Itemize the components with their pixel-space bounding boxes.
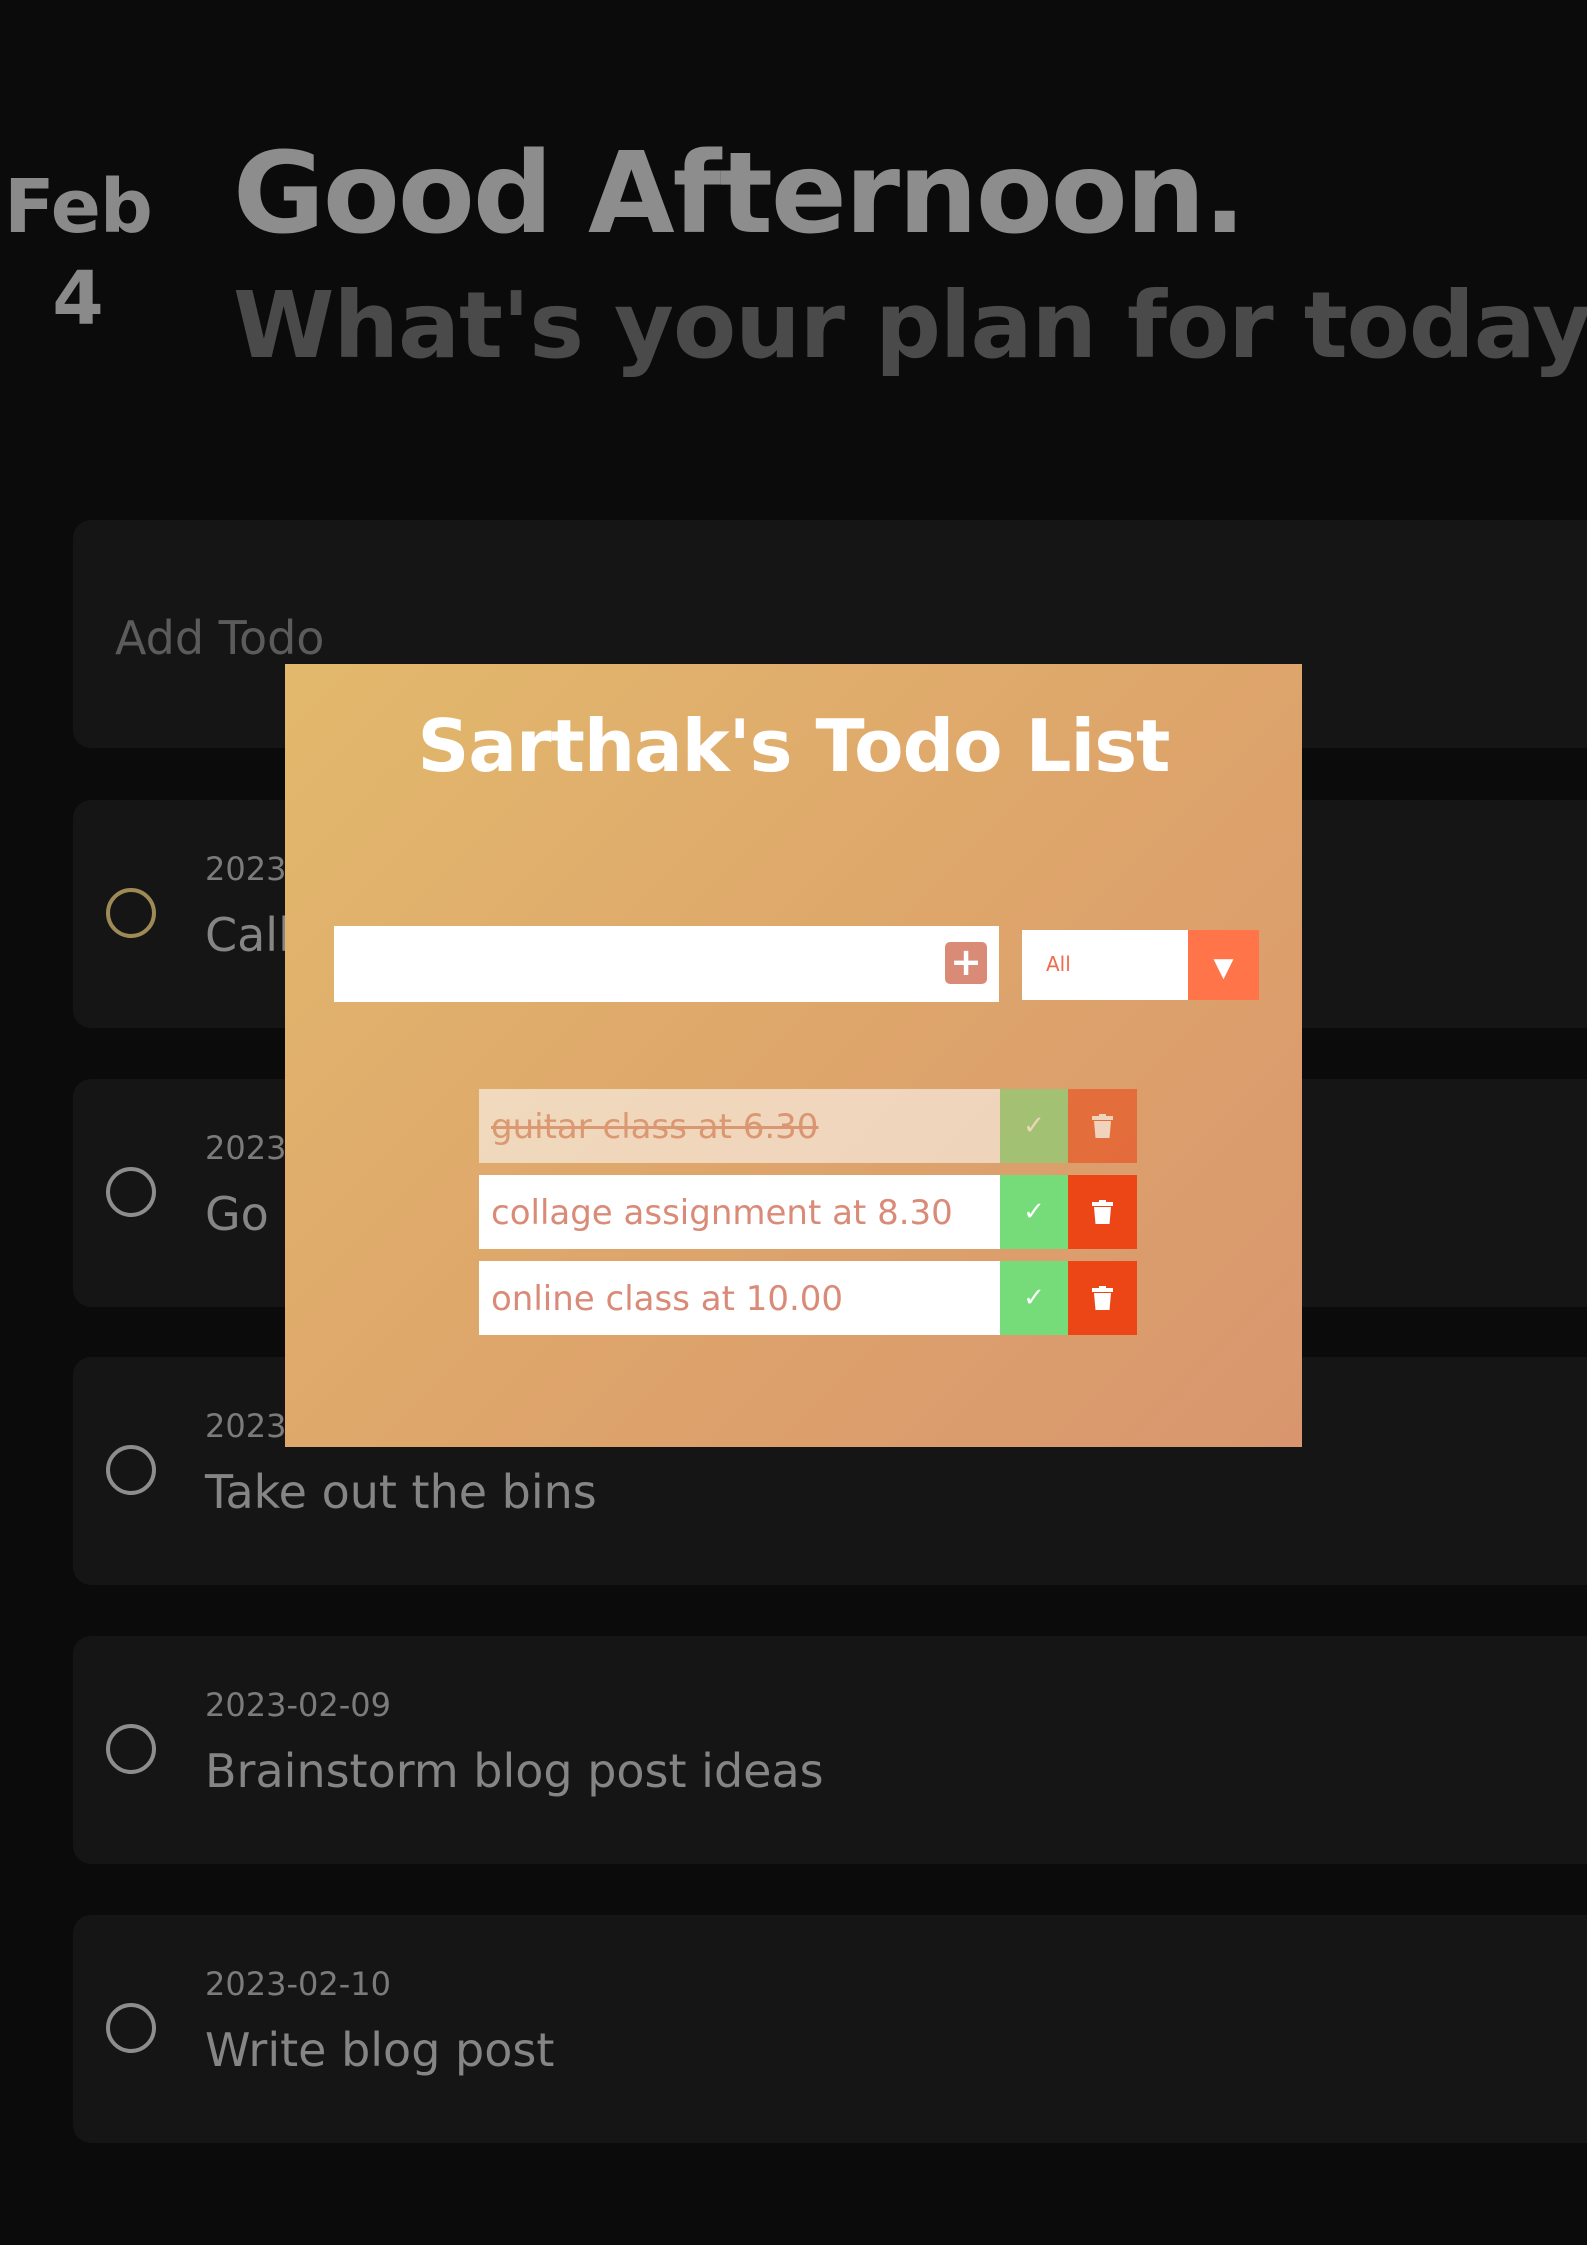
todo-complete-toggle[interactable] (106, 1724, 156, 1774)
filter-select[interactable]: All ▼ (1022, 930, 1259, 1000)
add-todo-button[interactable]: + (945, 942, 987, 984)
caret-down-icon: ▼ (1213, 953, 1234, 983)
todo-item: online class at 10.00 ✓ (479, 1261, 1137, 1335)
date-month: Feb (4, 164, 153, 250)
todo-date: 2023-02-09 (205, 1686, 391, 1724)
page: Feb 4 Good Afternoon. What's your plan f… (0, 0, 1587, 2245)
date-day: 4 (52, 256, 104, 342)
check-icon: ✓ (1023, 1197, 1045, 1227)
todo-date: 2023 (205, 850, 287, 888)
modal-title: Sarthak's Todo List (417, 704, 1171, 788)
delete-button[interactable] (1068, 1089, 1137, 1163)
todo-title: Go (205, 1187, 269, 1241)
todo-item-box: collage assignment at 8.30 (479, 1175, 1000, 1249)
complete-button[interactable]: ✓ (1000, 1261, 1068, 1335)
todo-item-text: collage assignment at 8.30 (491, 1193, 953, 1233)
greeting-subtitle: What's your plan for today? (233, 272, 1587, 379)
add-todo-input[interactable] (113, 610, 1017, 666)
filter-dropdown-button[interactable]: ▼ (1188, 930, 1259, 1000)
plus-icon: + (950, 940, 982, 984)
trash-icon (1092, 1200, 1113, 1224)
todo-card[interactable]: 2023-02-10 Write blog post (73, 1915, 1587, 2143)
check-icon: ✓ (1023, 1111, 1045, 1141)
todo-item-box: online class at 10.00 (479, 1261, 1000, 1335)
complete-button[interactable]: ✓ (1000, 1175, 1068, 1249)
todo-item-text: guitar class at 6.30 (491, 1107, 819, 1147)
todo-date: 2023 (205, 1407, 287, 1445)
todo-title: Call (205, 908, 291, 962)
complete-button[interactable]: ✓ (1000, 1089, 1068, 1163)
todo-date: 2023-02-10 (205, 1965, 391, 2003)
todo-item-box: guitar class at 6.30 (479, 1089, 1000, 1163)
new-todo-field: + (334, 926, 999, 1002)
todo-complete-toggle[interactable] (106, 2003, 156, 2053)
todo-title: Take out the bins (205, 1465, 597, 1519)
todo-complete-toggle[interactable] (106, 1445, 156, 1495)
todo-title: Write blog post (205, 2023, 555, 2077)
todo-date: 2023 (205, 1129, 287, 1167)
delete-button[interactable] (1068, 1261, 1137, 1335)
trash-icon (1092, 1286, 1113, 1310)
todo-card[interactable]: 2023-02-09 Brainstorm blog post ideas (73, 1636, 1587, 1864)
delete-button[interactable] (1068, 1175, 1137, 1249)
greeting-title: Good Afternoon. (233, 129, 1246, 259)
new-todo-input[interactable] (334, 926, 934, 1002)
todo-item: guitar class at 6.30 ✓ (479, 1089, 1137, 1163)
todo-list-modal: Sarthak's Todo List + All ▼ guitar class… (285, 664, 1302, 1447)
todo-complete-toggle[interactable] (106, 888, 156, 938)
check-icon: ✓ (1023, 1283, 1045, 1313)
trash-icon (1092, 1114, 1113, 1138)
todo-title: Brainstorm blog post ideas (205, 1744, 824, 1798)
todo-complete-toggle[interactable] (106, 1167, 156, 1217)
date-display: Feb 4 (0, 170, 156, 336)
todo-item: collage assignment at 8.30 ✓ (479, 1175, 1137, 1249)
todo-item-text: online class at 10.00 (491, 1279, 844, 1319)
filter-selected-value: All (1046, 952, 1071, 976)
